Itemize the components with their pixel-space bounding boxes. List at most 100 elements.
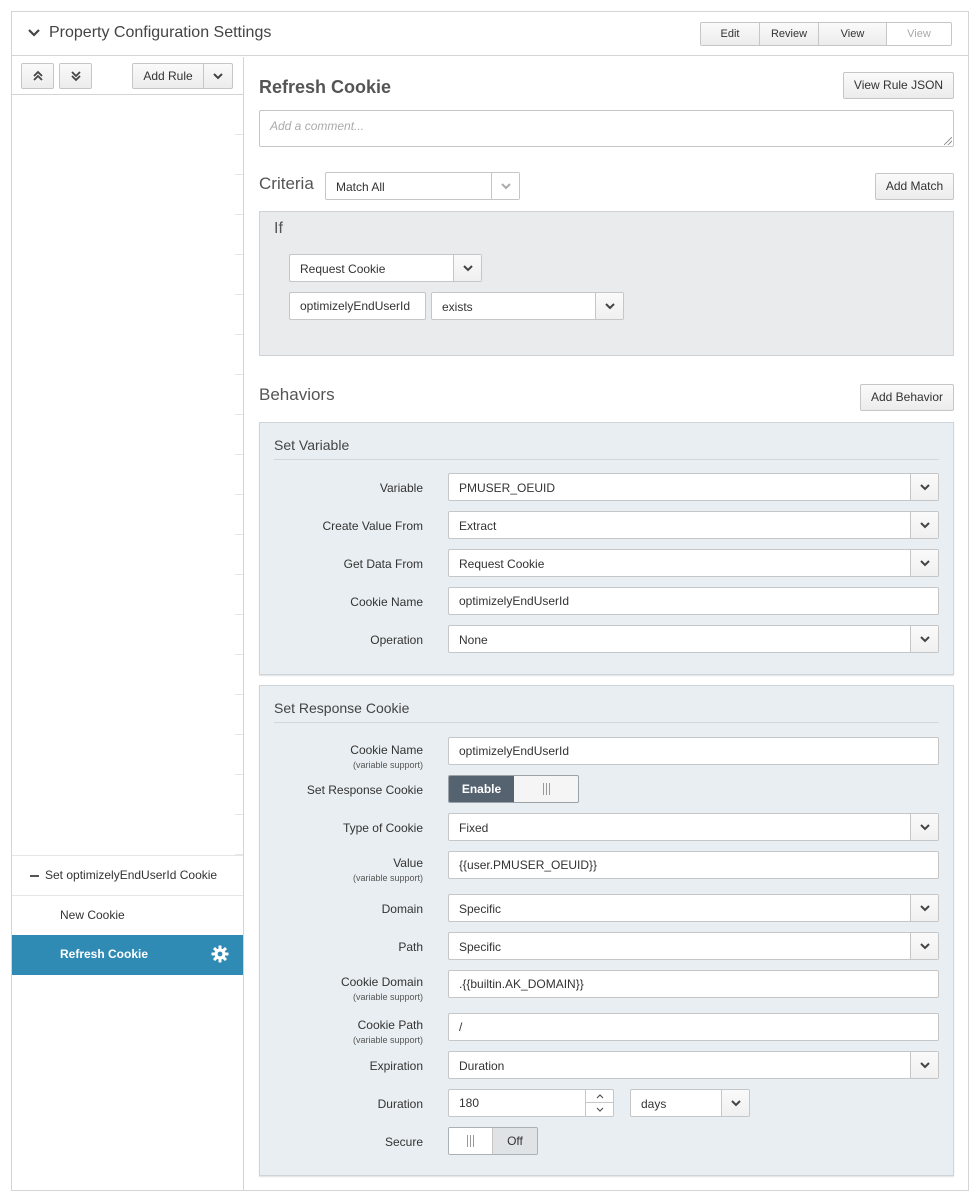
duration-unit-value: days — [641, 1097, 667, 1111]
behaviors-title: Behaviors — [259, 385, 335, 404]
tree-item-label: Set optimizelyEndUserId Cookie — [45, 868, 218, 882]
decrement-button[interactable] — [586, 1103, 613, 1116]
match-mode-value: Match All — [336, 180, 385, 194]
chevron-down-icon[interactable] — [721, 1090, 749, 1116]
set-response-cookie-behavior: Set Response Cookie Cookie Name (variabl… — [259, 685, 954, 1176]
tree-item-refresh-cookie[interactable]: Refresh Cookie — [12, 935, 243, 975]
criteria-cookie-name-input[interactable]: optimizelyEndUserId — [289, 292, 426, 320]
domain-value: Specific — [459, 902, 502, 916]
operator-select[interactable]: exists — [431, 292, 624, 320]
criteria-cookie-name-value: optimizelyEndUserId — [300, 299, 411, 313]
variable-support-note: (variable support) — [352, 1035, 423, 1045]
expiration-value: Duration — [459, 1059, 505, 1073]
variable-select[interactable]: PMUSER_OEUID — [448, 473, 939, 501]
match-mode-select[interactable]: Match All — [325, 172, 520, 200]
chevron-down-icon — [596, 1107, 603, 1112]
operation-select[interactable]: None — [448, 625, 939, 653]
toggle-knob[interactable] — [514, 776, 578, 802]
type-of-cookie-select[interactable]: Fixed — [448, 813, 939, 841]
view-mode-buttons: Edit Review View JSON View XML — [700, 22, 952, 46]
double-chevron-down-icon — [70, 71, 81, 82]
grip-icon — [542, 783, 550, 795]
tree-item-set-cookie[interactable]: Set optimizelyEndUserId Cookie — [12, 855, 243, 895]
collapse-all-button[interactable] — [21, 63, 54, 89]
comment-field[interactable]: Add a comment... — [259, 110, 954, 147]
chevron-down-icon[interactable] — [910, 550, 938, 576]
expand-all-button[interactable] — [59, 63, 92, 89]
variable-support-note: (variable support) — [352, 992, 423, 1002]
path-select[interactable]: Specific — [448, 932, 939, 960]
create-value-from-select[interactable]: Extract — [448, 511, 939, 539]
expiration-select[interactable]: Duration — [448, 1051, 939, 1079]
expiration-label: Expiration — [369, 1059, 423, 1073]
cookie-name-label: Cookie Name — [350, 595, 423, 609]
duration-unit-select[interactable]: days — [630, 1089, 750, 1117]
chevron-down-icon[interactable] — [910, 474, 938, 500]
chevron-down-icon[interactable] — [910, 814, 938, 840]
view-rule-json-button[interactable]: View Rule JSON — [843, 72, 954, 99]
variable-support-note: (variable support) — [352, 760, 423, 770]
duration-stepper[interactable]: 180 — [448, 1089, 614, 1117]
value-field-value: {{user.PMUSER_OEUID}} — [459, 858, 598, 872]
variable-support-note: (variable support) — [352, 873, 423, 883]
value-label-text: Value — [393, 856, 423, 870]
rule-tree-toolbar: Add Rule — [12, 57, 243, 95]
chevron-down-icon[interactable] — [910, 512, 938, 538]
rule-editor: Refresh Cookie View Rule JSON Add a comm… — [245, 57, 968, 1191]
view-xml-button[interactable]: View XML — [887, 23, 951, 45]
criteria-if-box: If Request Cookie optimizelyEndUserId ex… — [259, 211, 954, 356]
chevron-down-icon[interactable] — [453, 255, 481, 281]
type-of-cookie-label: Type of Cookie — [342, 821, 423, 835]
type-of-cookie-value: Fixed — [459, 821, 489, 835]
minus-icon[interactable] — [30, 875, 39, 877]
add-rule-button[interactable]: Add Rule — [132, 63, 233, 89]
duration-value: 180 — [459, 1096, 480, 1110]
chevron-down-icon[interactable] — [27, 26, 41, 40]
chevron-down-icon[interactable] — [910, 626, 938, 652]
response-cookie-name-input[interactable]: optimizelyEndUserId — [448, 737, 939, 765]
cookie-name-input[interactable]: optimizelyEndUserId — [448, 587, 939, 615]
variable-value: PMUSER_OEUID — [459, 481, 556, 495]
view-json-button[interactable]: View JSON — [819, 23, 887, 45]
domain-select[interactable]: Specific — [448, 894, 939, 922]
match-type-select[interactable]: Request Cookie — [289, 254, 482, 282]
divider — [274, 722, 939, 723]
chevron-down-icon[interactable] — [595, 293, 623, 319]
cookie-path-input[interactable]: / — [448, 1013, 939, 1041]
cookie-name-label: Cookie Name (variable support) — [350, 743, 423, 770]
behavior-title: Set Response Cookie — [274, 700, 410, 716]
cookie-domain-input[interactable]: .{{builtin.AK_DOMAIN}} — [448, 970, 939, 998]
rule-tree-panel: Add Rule Set optimizelyEndUserId Cookie … — [12, 57, 244, 1191]
edit-button[interactable]: Edit — [701, 23, 760, 45]
variable-label: Variable — [379, 481, 423, 495]
chevron-down-icon[interactable] — [910, 895, 938, 921]
cookie-path-label: Cookie Path (variable support) — [353, 1018, 423, 1045]
create-value-from-label: Create Value From — [322, 519, 423, 533]
rule-title: Refresh Cookie — [259, 77, 392, 97]
create-value-from-value: Extract — [459, 519, 497, 533]
gear-icon[interactable] — [211, 945, 229, 963]
get-data-from-select[interactable]: Request Cookie — [448, 549, 939, 577]
increment-button[interactable] — [586, 1090, 613, 1103]
add-rule-label[interactable]: Add Rule — [133, 64, 204, 88]
toggle-knob[interactable] — [449, 1128, 493, 1154]
set-variable-behavior: Set Variable Variable PMUSER_OEUID Creat… — [259, 422, 954, 675]
value-input[interactable]: {{user.PMUSER_OEUID}} — [448, 851, 939, 879]
cookie-domain-label-text: Cookie Domain — [340, 975, 423, 989]
add-behavior-button[interactable]: Add Behavior — [860, 384, 954, 411]
chevron-down-icon — [213, 73, 223, 80]
chevron-down-icon[interactable] — [910, 933, 938, 959]
double-chevron-up-icon — [32, 70, 43, 81]
get-data-from-label: Get Data From — [343, 557, 423, 571]
add-match-button[interactable]: Add Match — [875, 173, 954, 200]
chevron-down-icon[interactable] — [491, 173, 519, 199]
chevron-down-icon[interactable] — [910, 1052, 938, 1078]
tree-item-new-cookie[interactable]: New Cookie — [12, 895, 243, 935]
if-label: If — [274, 220, 283, 237]
resize-grip-icon[interactable] — [944, 137, 952, 145]
review-button[interactable]: Review — [760, 23, 819, 45]
enable-toggle[interactable]: Enable — [448, 775, 579, 803]
cookie-domain-label: Cookie Domain (variable support) — [341, 975, 423, 1002]
add-rule-dropdown[interactable] — [204, 64, 232, 88]
secure-toggle[interactable]: Off — [448, 1127, 538, 1155]
